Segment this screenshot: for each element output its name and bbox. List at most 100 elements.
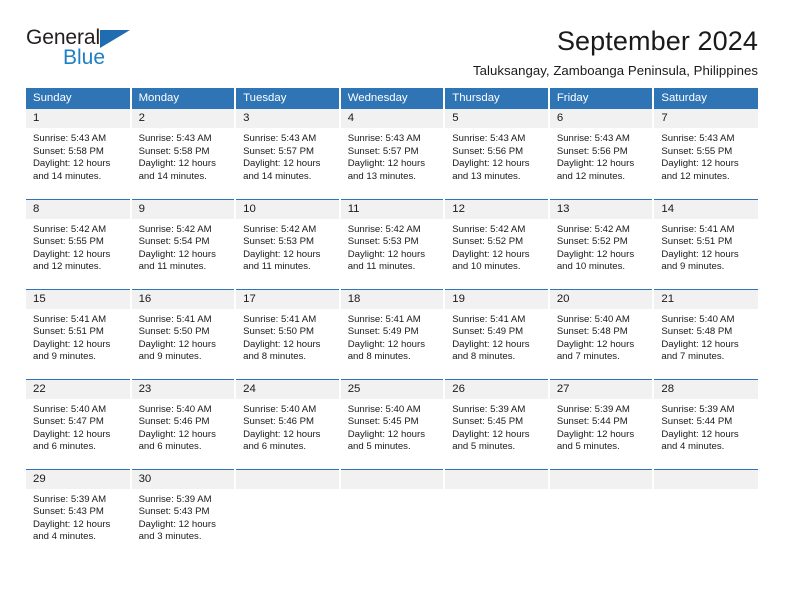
daylight-duration-line2: and 8 minutes. [243,351,307,363]
sunrise-time: Sunrise: 5:41 AM [138,313,212,325]
calendar-day-cell[interactable]: 20 Sunrise: 5:40 AM Sunset: 5:48 PM Dayligh… [548,288,655,379]
sunset-time: Sunset: 5:48 PM [661,326,733,338]
sunrise-time: Sunrise: 5:41 AM [452,313,526,325]
day-number: 14 [654,199,758,219]
general-blue-logo[interactable]: General Blue [26,26,146,72]
day-details: Sunrise: 5:42 AM Sunset: 5:53 PM Daylight:… [236,219,339,274]
day-number: 11 [340,199,444,219]
sunset-time: Sunset: 5:49 PM [452,326,524,338]
calendar-day-cell[interactable]: 23 Sunrise: 5:40 AM Sunset: 5:46 PM Dayligh… [130,378,237,469]
calendar-day-cell[interactable]: 3 Sunrise: 5:43 AM Sunset: 5:57 PM Daylight… [235,109,341,199]
calendar-day-cell[interactable]: 15 Sunrise: 5:41 AM Sunset: 5:51 PM Dayligh… [26,288,132,379]
calendar-day-cell[interactable]: 17 Sunrise: 5:41 AM Sunset: 5:50 PM Dayligh… [235,288,341,379]
sunrise-time: Sunrise: 5:41 AM [347,313,421,325]
day-number: 28 [654,379,758,399]
calendar-day-cell[interactable]: 5 Sunrise: 5:43 AM Sunset: 5:56 PM Daylight… [444,109,550,199]
calendar-day-cell[interactable]: 9 Sunrise: 5:42 AM Sunset: 5:54 PM Daylight… [130,198,237,289]
calendar-day-cell[interactable]: 21 Sunrise: 5:40 AM Sunset: 5:48 PM Dayligh… [653,288,758,379]
sunset-time: Sunset: 5:52 PM [452,236,524,248]
calendar-day-cell[interactable]: 29 Sunrise: 5:39 AM Sunset: 5:43 PM Dayligh… [26,468,132,559]
calendar-day-cell[interactable]: 2 Sunrise: 5:43 AM Sunset: 5:58 PM Daylight… [130,109,237,199]
day-number [445,469,548,489]
calendar-week-row: 1 Sunrise: 5:43 AM Sunset: 5:58 PM Daylight… [26,109,758,199]
day-number [236,469,339,489]
day-number: 23 [131,379,235,399]
weekday-header-sunday: Sunday [26,88,132,109]
daylight-duration-line2: and 8 minutes. [452,351,516,363]
day-number: 10 [236,199,339,219]
daylight-duration-line2: and 6 minutes. [33,441,96,453]
daylight-duration-line1: Daylight: 12 hours [347,338,426,350]
sunrise-time: Sunrise: 5:40 AM [347,403,421,415]
calendar-day-cell[interactable]: 16 Sunrise: 5:41 AM Sunset: 5:50 PM Dayligh… [130,288,237,379]
calendar-day-cell[interactable]: 8 Sunrise: 5:42 AM Sunset: 5:55 PM Daylight… [26,198,132,289]
sunset-time: Sunset: 5:45 PM [347,416,419,428]
calendar-day-cell[interactable]: 14 Sunrise: 5:41 AM Sunset: 5:51 PM Dayligh… [653,198,758,289]
calendar-cell-empty [235,468,341,559]
sunset-time: Sunset: 5:55 PM [661,145,733,157]
calendar-cell-empty [548,468,655,559]
day-details: Sunrise: 5:41 AM Sunset: 5:49 PM Daylight:… [341,309,444,364]
daylight-duration-line2: and 4 minutes. [661,441,725,453]
day-number: 7 [654,109,758,128]
sunrise-time: Sunrise: 5:41 AM [33,313,107,325]
sunrise-time: Sunrise: 5:43 AM [33,133,107,144]
day-number: 15 [26,289,130,309]
calendar-cell-empty [339,468,446,559]
sunrise-time: Sunrise: 5:41 AM [661,223,735,235]
calendar-day-cell[interactable]: 11 Sunrise: 5:42 AM Sunset: 5:53 PM Dayligh… [339,198,446,289]
sunrise-time: Sunrise: 5:42 AM [138,223,212,235]
calendar-day-cell[interactable]: 12 Sunrise: 5:42 AM Sunset: 5:52 PM Dayligh… [444,198,550,289]
sunrise-time: Sunrise: 5:42 AM [33,223,107,235]
sunrise-time: Sunrise: 5:43 AM [138,133,212,144]
calendar-page: General Blue September 2024 Taluksangay,… [0,0,792,612]
sunset-time: Sunset: 5:50 PM [243,326,315,338]
daylight-duration-line2: and 5 minutes. [347,441,411,453]
calendar-day-cell[interactable]: 22 Sunrise: 5:40 AM Sunset: 5:47 PM Dayligh… [26,378,132,469]
calendar-day-cell[interactable]: 28 Sunrise: 5:39 AM Sunset: 5:44 PM Dayligh… [653,378,758,469]
daylight-duration-line1: Daylight: 12 hours [452,338,530,350]
calendar-day-cell[interactable]: 4 Sunrise: 5:43 AM Sunset: 5:57 PM Daylight… [339,109,446,199]
day-number: 8 [26,199,130,219]
calendar-day-cell[interactable]: 10 Sunrise: 5:42 AM Sunset: 5:53 PM Dayligh… [235,198,341,289]
daylight-duration-line2: and 6 minutes. [243,441,307,453]
sunrise-time: Sunrise: 5:41 AM [243,313,317,325]
calendar-day-cell[interactable]: 13 Sunrise: 5:42 AM Sunset: 5:52 PM Dayligh… [548,198,655,289]
day-number: 12 [445,199,548,219]
calendar-day-cell[interactable]: 6 Sunrise: 5:43 AM Sunset: 5:56 PM Daylight… [548,109,655,199]
calendar-day-cell[interactable]: 27 Sunrise: 5:39 AM Sunset: 5:44 PM Dayligh… [548,378,655,469]
calendar-day-cell[interactable]: 7 Sunrise: 5:43 AM Sunset: 5:55 PM Daylight… [653,109,758,199]
day-number: 18 [340,289,444,309]
calendar-day-cell[interactable]: 30 Sunrise: 5:39 AM Sunset: 5:43 PM Dayligh… [130,468,237,559]
daylight-duration-line1: Daylight: 12 hours [556,248,635,260]
day-number: 4 [340,109,444,128]
sunset-time: Sunset: 5:44 PM [661,416,733,428]
weekday-header-wednesday: Wednesday [339,88,446,109]
daylight-duration-line1: Daylight: 12 hours [33,338,111,350]
day-details: Sunrise: 5:43 AM Sunset: 5:56 PM Daylight:… [445,128,548,183]
day-number [654,469,758,489]
daylight-duration-line2: and 13 minutes. [452,170,521,182]
day-details: Sunrise: 5:40 AM Sunset: 5:46 PM Daylight:… [236,399,339,454]
sunset-time: Sunset: 5:51 PM [33,326,104,338]
daylight-duration-line2: and 9 minutes. [661,261,725,273]
daylight-duration-line1: Daylight: 12 hours [243,248,321,260]
calendar-day-cell[interactable]: 1 Sunrise: 5:43 AM Sunset: 5:58 PM Daylight… [26,109,132,199]
daylight-duration-line2: and 12 minutes. [556,170,626,182]
sunrise-time: Sunrise: 5:43 AM [452,133,526,144]
calendar-day-cell[interactable]: 26 Sunrise: 5:39 AM Sunset: 5:45 PM Dayligh… [444,378,550,469]
calendar-day-cell[interactable]: 19 Sunrise: 5:41 AM Sunset: 5:49 PM Dayligh… [444,288,550,379]
sunrise-time: Sunrise: 5:43 AM [556,133,630,144]
daylight-duration-line2: and 7 minutes. [556,351,620,363]
daylight-duration-line2: and 11 minutes. [347,261,416,273]
day-details: Sunrise: 5:43 AM Sunset: 5:55 PM Daylight:… [654,128,758,183]
day-details: Sunrise: 5:41 AM Sunset: 5:50 PM Daylight:… [236,309,339,364]
sunrise-time: Sunrise: 5:39 AM [452,403,526,415]
calendar-day-cell[interactable]: 18 Sunrise: 5:41 AM Sunset: 5:49 PM Dayligh… [339,288,446,379]
calendar-week-row: 15 Sunrise: 5:41 AM Sunset: 5:51 PM Dayligh… [26,288,758,379]
calendar-day-cell[interactable]: 24 Sunrise: 5:40 AM Sunset: 5:46 PM Dayligh… [235,378,341,469]
daylight-duration-line2: and 5 minutes. [556,441,620,453]
daylight-duration-line1: Daylight: 12 hours [661,158,739,170]
calendar-day-cell[interactable]: 25 Sunrise: 5:40 AM Sunset: 5:45 PM Dayligh… [339,378,446,469]
day-number [340,469,444,489]
